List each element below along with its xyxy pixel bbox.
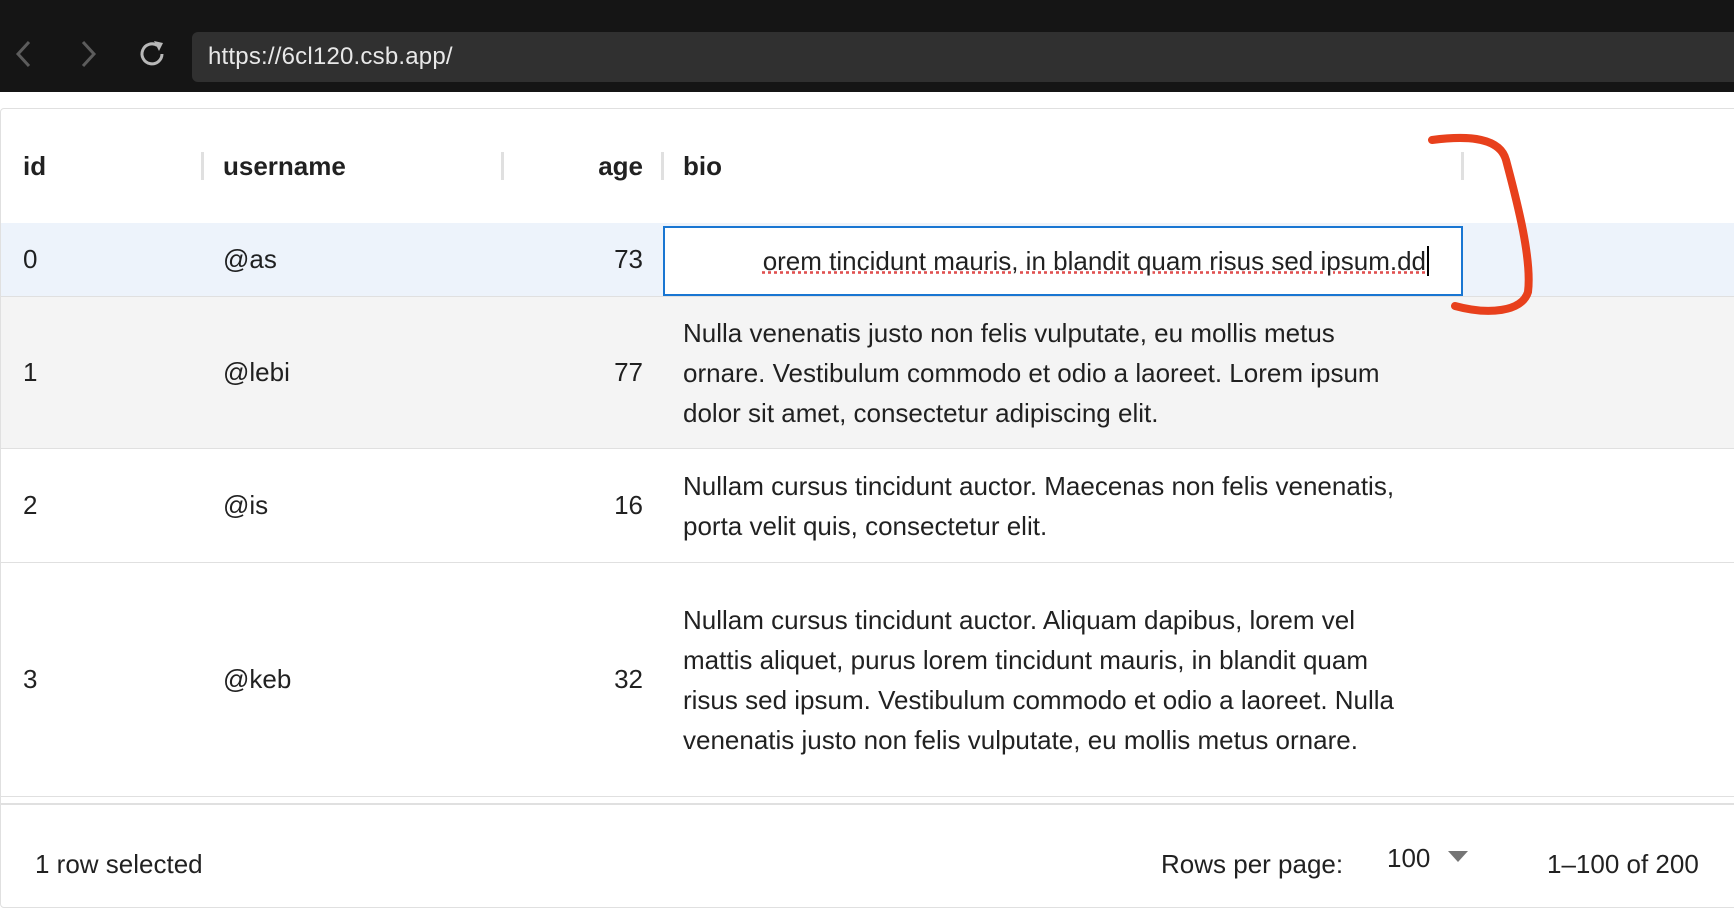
cell-bio: Nulla venenatis justo non felis vulputat… [683,297,1423,448]
cell-username: @as [223,244,277,274]
forward-button[interactable] [66,32,110,76]
cell-id: 0 [23,244,38,274]
cell-age: 16 [614,490,643,520]
column-header-bio[interactable]: bio [683,109,722,223]
cell-bio: Nullam cursus tincidunt auctor. Maecenas… [683,449,1423,562]
bio-text: Nullam cursus tincidunt auctor. Aliquam … [683,604,1395,755]
reload-icon [136,38,168,70]
back-button[interactable] [2,32,46,76]
reload-button[interactable] [130,32,174,76]
column-header-age[interactable]: age [521,109,643,223]
column-separator[interactable] [1461,152,1464,180]
column-header-id[interactable]: id [23,109,46,223]
cell-id: 2 [23,490,38,520]
bio-text: Nulla venenatis justo non felis vulputat… [683,317,1380,428]
bio-edit-value: orem tincidunt mauris, in blandit quam r… [762,245,1426,276]
cell-username: @lebi [223,357,290,387]
browser-toolbar: https://6cl120.csb.app/ [0,0,1734,92]
text-caret [1427,246,1429,276]
address-bar[interactable]: https://6cl120.csb.app/ [192,32,1734,82]
table-row[interactable]: 3 @keb 32 Nullam cursus tincidunt auctor… [1,563,1734,797]
url-text: https://6cl120.csb.app/ [208,43,453,70]
bio-edit-input[interactable]: orem tincidunt mauris, in blandit quam r… [663,226,1463,296]
table-row[interactable]: 0 @as 73 orem tincidunt mauris, in bland… [1,223,1734,297]
caret-down-icon [1448,850,1469,868]
cell-username: @keb [223,664,292,694]
cell-age: 77 [614,357,643,387]
cell-id: 3 [23,664,38,694]
selected-count: 1 row selected [35,849,203,879]
cell-username: @is [223,490,269,520]
rows-per-page-label: Rows per page: [1161,849,1344,879]
data-grid: id username age bio 0 @as 73 orem tincid… [0,108,1734,908]
grid-footer: 1 row selected Rows per page: 100 1–100 … [1,803,1734,915]
rows-per-page-value: 100 [1387,843,1431,873]
cell-age: 73 [614,244,643,274]
table-row[interactable]: 2 @is 16 Nullam cursus tincidunt auctor.… [1,449,1734,563]
column-separator[interactable] [661,152,664,180]
cell-id: 1 [23,357,38,387]
cell-age: 32 [614,664,643,694]
rows-per-page-select[interactable]: 100 [1387,843,1469,874]
chevron-right-icon [76,39,100,69]
column-header-username[interactable]: username [223,109,346,223]
bio-text: Nullam cursus tincidunt auctor. Maecenas… [683,470,1395,541]
cell-bio: Nullam cursus tincidunt auctor. Aliquam … [683,563,1423,796]
chevron-left-icon [12,39,36,69]
table-row[interactable]: 1 @lebi 77 Nulla venenatis justo non fel… [1,297,1734,449]
pagination-range: 1–100 of 200 [1547,849,1699,879]
column-separator[interactable] [201,152,204,180]
column-separator[interactable] [501,152,504,180]
grid-header: id username age bio [1,109,1734,224]
